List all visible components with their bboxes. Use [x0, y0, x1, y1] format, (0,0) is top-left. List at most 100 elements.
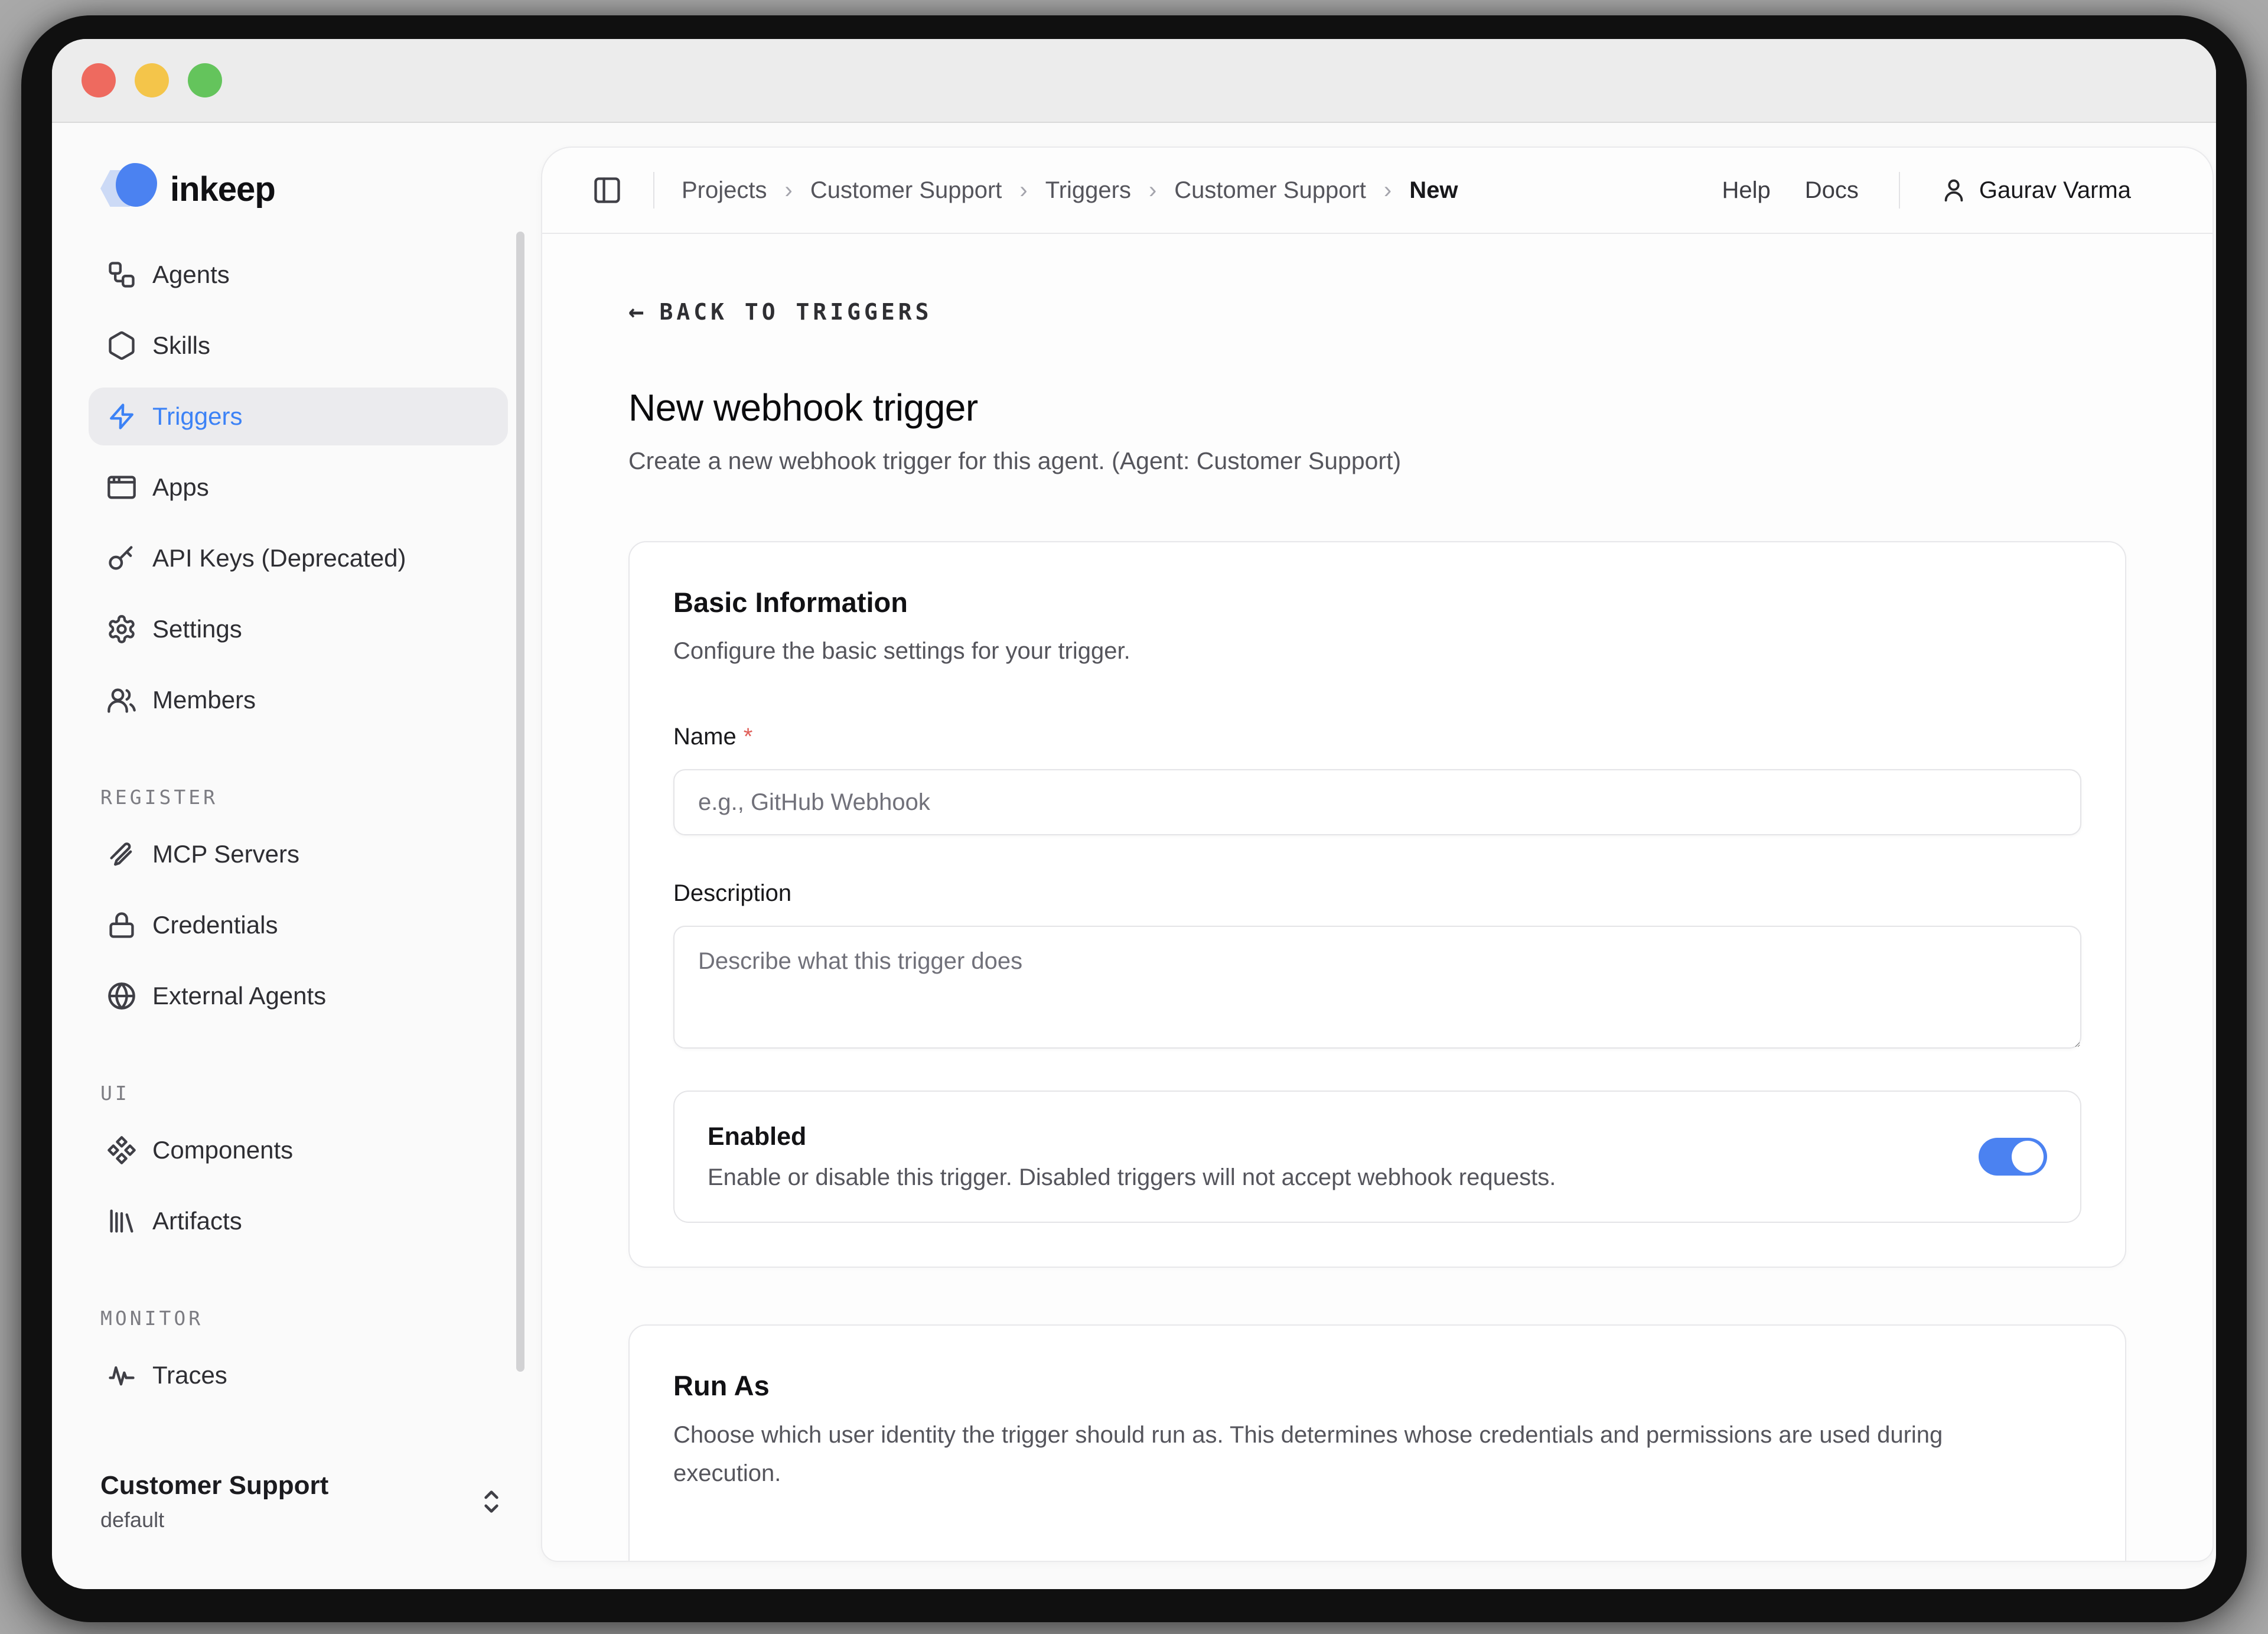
- page-title: New webhook trigger: [628, 386, 2126, 429]
- sidebar-item-traces[interactable]: Traces: [89, 1346, 508, 1404]
- sidebar-item-label: API Keys (Deprecated): [152, 544, 406, 572]
- user-icon: [1940, 177, 1967, 204]
- sidebar-item-components[interactable]: Components: [89, 1121, 508, 1179]
- header-actions: Help Docs Gaurav Varma: [1722, 172, 2131, 209]
- sidebar-item-apps[interactable]: Apps: [89, 458, 508, 516]
- breadcrumb-triggers[interactable]: Triggers: [1045, 177, 1131, 204]
- close-button[interactable]: [82, 63, 116, 97]
- header-divider: [1899, 172, 1900, 209]
- app-window: inkeep Agents Skills Triggers: [21, 15, 2247, 1622]
- sidebar-nav: Agents Skills Triggers Apps: [89, 246, 508, 1417]
- sidebar-scrollbar[interactable]: [516, 232, 524, 1372]
- sidebar-item-label: External Agents: [152, 982, 326, 1010]
- description-textarea[interactable]: [673, 926, 2081, 1049]
- main-area: Projects › Customer Support › Triggers ›…: [541, 123, 2216, 1589]
- page-content: ← BACK TO TRIGGERS New webhook trigger C…: [542, 234, 2212, 1561]
- project-switcher[interactable]: Customer Support default: [100, 1471, 508, 1532]
- sidebar-toggle-button[interactable]: [588, 171, 626, 209]
- back-to-triggers-link[interactable]: ← BACK TO TRIGGERS: [628, 297, 933, 327]
- basic-information-card: Basic Information Configure the basic se…: [628, 541, 2126, 1268]
- breadcrumb-agent[interactable]: Customer Support: [1174, 177, 1366, 204]
- mcp-icon: [106, 839, 137, 870]
- chevron-right-icon: ›: [785, 177, 793, 204]
- sidebar-item-label: MCP Servers: [152, 840, 299, 868]
- enabled-title: Enabled: [708, 1122, 1556, 1151]
- inkeep-logo[interactable]: inkeep: [100, 162, 508, 216]
- user-name: Gaurav Varma: [1979, 177, 2131, 204]
- sidebar-item-settings[interactable]: Settings: [89, 600, 508, 658]
- zoom-button[interactable]: [188, 63, 222, 97]
- project-name: Customer Support: [100, 1471, 461, 1500]
- card-description: Choose which user identity the trigger s…: [673, 1416, 2014, 1493]
- header-divider: [653, 172, 654, 209]
- sidebar-section-register: REGISTER: [100, 786, 508, 809]
- name-input[interactable]: [673, 769, 2081, 835]
- arrow-left-icon: ←: [628, 297, 644, 327]
- window-screen: inkeep Agents Skills Triggers: [52, 39, 2216, 1589]
- sidebar-item-label: Credentials: [152, 911, 278, 939]
- breadcrumb: Projects › Customer Support › Triggers ›…: [682, 177, 1722, 204]
- sidebar-item-label: Traces: [152, 1361, 227, 1389]
- name-field-label: Name *: [673, 724, 2081, 750]
- enabled-description: Enable or disable this trigger. Disabled…: [708, 1164, 1556, 1191]
- sidebar-item-members[interactable]: Members: [89, 671, 508, 729]
- workflow-icon: [106, 259, 137, 290]
- chevrons-up-down-icon[interactable]: [475, 1480, 508, 1523]
- sidebar-item-label: Agents: [152, 261, 230, 289]
- sidebar-section-ui: UI: [100, 1082, 508, 1105]
- lightning-bolt-icon: [106, 401, 137, 432]
- lock-icon: [106, 910, 137, 940]
- key-icon: [106, 543, 137, 574]
- gear-icon: [106, 614, 137, 645]
- sidebar-item-api-keys[interactable]: API Keys (Deprecated): [89, 529, 508, 587]
- sidebar-section-monitor: MONITOR: [100, 1307, 508, 1330]
- sidebar-item-label: Skills: [152, 331, 210, 360]
- page-subtitle: Create a new webhook trigger for this ag…: [628, 447, 2126, 475]
- docs-link[interactable]: Docs: [1805, 177, 1859, 204]
- pulse-icon: [106, 1360, 137, 1391]
- titlebar: [52, 39, 2216, 123]
- hexagon-icon: [106, 330, 137, 361]
- library-icon: [106, 1206, 137, 1236]
- sidebar-item-external-agents[interactable]: External Agents: [89, 967, 508, 1025]
- sidebar-item-label: Settings: [152, 615, 242, 643]
- breadcrumb-current: New: [1409, 177, 1458, 204]
- main-panel: Projects › Customer Support › Triggers ›…: [541, 147, 2214, 1562]
- sidebar-item-label: Triggers: [152, 402, 242, 431]
- sidebar-item-credentials[interactable]: Credentials: [89, 896, 508, 954]
- card-description: Configure the basic settings for your tr…: [673, 633, 2081, 669]
- chevron-right-icon: ›: [1149, 177, 1156, 204]
- users-icon: [106, 685, 137, 715]
- card-title: Run As: [673, 1369, 2081, 1402]
- toggle-knob: [2012, 1141, 2044, 1173]
- inkeep-logo-text: inkeep: [170, 170, 275, 209]
- description-field-label: Description: [673, 880, 2081, 907]
- sidebar-item-label: Artifacts: [152, 1207, 242, 1235]
- components-icon: [106, 1135, 137, 1166]
- breadcrumb-customer-support[interactable]: Customer Support: [810, 177, 1002, 204]
- inkeep-logo-icon: [100, 163, 157, 215]
- sidebar-item-artifacts[interactable]: Artifacts: [89, 1192, 508, 1250]
- breadcrumb-projects[interactable]: Projects: [682, 177, 767, 204]
- panel-header: Projects › Customer Support › Triggers ›…: [542, 148, 2212, 234]
- card-title: Basic Information: [673, 586, 2081, 619]
- sidebar-item-skills[interactable]: Skills: [89, 317, 508, 375]
- user-menu[interactable]: Gaurav Varma: [1940, 177, 2131, 204]
- sidebar-item-triggers[interactable]: Triggers: [89, 388, 508, 445]
- help-link[interactable]: Help: [1722, 177, 1770, 204]
- run-as-card: Run As Choose which user identity the tr…: [628, 1324, 2126, 1561]
- required-asterisk: *: [744, 724, 753, 750]
- sidebar-item-agents[interactable]: Agents: [89, 246, 508, 304]
- sidebar-item-label: Apps: [152, 473, 209, 502]
- back-link-label: BACK TO TRIGGERS: [660, 299, 933, 325]
- chevron-right-icon: ›: [1019, 177, 1027, 204]
- sidebar-item-mcp-servers[interactable]: MCP Servers: [89, 825, 508, 883]
- minimize-button[interactable]: [135, 63, 169, 97]
- sidebar-item-label: Components: [152, 1136, 293, 1164]
- project-environment: default: [100, 1508, 461, 1532]
- sidebar-item-label: Members: [152, 686, 256, 714]
- enabled-setting: Enabled Enable or disable this trigger. …: [673, 1091, 2081, 1223]
- enabled-toggle[interactable]: [1979, 1138, 2047, 1176]
- globe-icon: [106, 981, 137, 1011]
- sidebar: inkeep Agents Skills Triggers: [52, 123, 541, 1589]
